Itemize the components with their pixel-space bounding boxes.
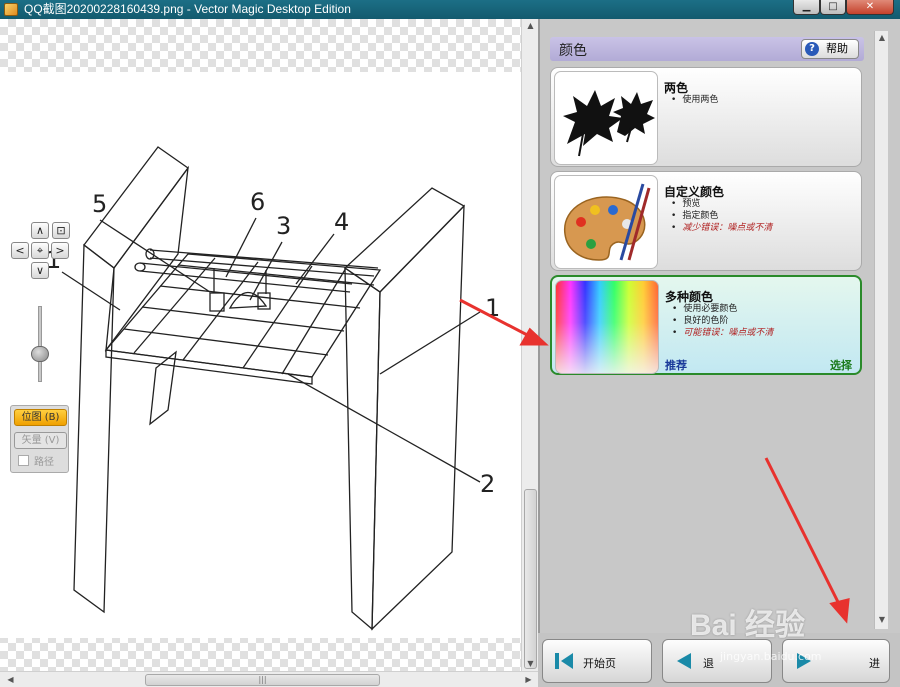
start-page-label: 开始页 [583, 657, 616, 670]
scroll-left-arrow[interactable]: ◀ [2, 675, 19, 684]
scroll-up-arrow[interactable]: ▲ [522, 21, 539, 30]
zoom-fit-button[interactable]: ⊡ [52, 222, 70, 239]
option-bullets: 预览 指定颜色 减少错误：噪点或不清 [671, 198, 772, 234]
select-link[interactable]: 选择 [830, 357, 852, 373]
technical-drawing: 5 6 3 4 1 1 2 [46, 146, 500, 631]
back-label: 退 [703, 657, 714, 670]
pan-left-button[interactable]: < [11, 242, 29, 259]
canvas-horizontal-scrollbar[interactable]: ◀ ||| ▶ [0, 671, 538, 687]
watermark-logo: Bai 经验 [690, 609, 806, 642]
pan-up-button[interactable]: ∧ [31, 222, 49, 239]
watermark-url: jingyan.baidu.com [720, 650, 822, 663]
bullet-item: 使用必要颜色 [672, 303, 773, 315]
drawing-label-3: 3 [276, 212, 291, 240]
next-label: 进 [869, 657, 880, 670]
bullet-item: 指定颜色 [671, 210, 772, 222]
horizontal-scroll-thumb[interactable]: ||| [145, 674, 380, 686]
bullet-warning: 减少错误：噪点或不清 [671, 222, 772, 234]
maximize-button[interactable]: □ [820, 0, 846, 15]
maple-leaves-icon [554, 71, 658, 165]
canvas-vertical-scrollbar[interactable]: ▲ ▼ [521, 19, 538, 671]
drawing-label-6: 6 [250, 188, 265, 216]
window-title: QQ截图20200228160439.png - Vector Magic De… [24, 2, 351, 16]
path-checkbox[interactable] [18, 455, 29, 466]
minimize-button[interactable]: ▁ [793, 0, 820, 15]
help-button[interactable]: ? 帮助 [801, 39, 859, 59]
image-preview: 5 6 3 4 1 1 2 [0, 72, 521, 638]
drawing-label-2: 2 [480, 470, 495, 498]
panel-header: 颜色 ? 帮助 [550, 37, 864, 61]
start-page-button[interactable]: 开始页 [542, 639, 652, 683]
pan-down-button[interactable]: ∨ [31, 262, 49, 279]
bullet-item: 使用两色 [671, 94, 718, 106]
panel-scroll-up-arrow[interactable]: ▲ [875, 33, 889, 42]
drawing-label-5: 5 [92, 190, 107, 218]
panel-vertical-scrollbar[interactable]: ▲ ▼ [874, 31, 888, 629]
panel-title: 颜色 [559, 43, 587, 59]
recommended-label: 推荐 [665, 359, 687, 372]
bullet-item: 良好的色阶 [672, 315, 773, 327]
paint-palette-icon [554, 175, 658, 269]
help-icon: ? [805, 42, 819, 56]
title-bar: QQ截图20200228160439.png - Vector Magic De… [0, 0, 900, 19]
view-mode-panel: 位图 (B) 矢量 (V) 路径 [10, 405, 69, 473]
option-bullets: 使用必要颜色 良好的色阶 可能错误：噪点或不清 [672, 303, 773, 339]
path-toggle[interactable]: 路径 [14, 455, 67, 472]
option-two-color[interactable]: 两色 使用两色 [550, 67, 862, 167]
close-button[interactable]: ✕ [846, 0, 894, 15]
bullet-warning: 可能错误：噪点或不清 [672, 327, 773, 339]
pan-right-button[interactable]: > [51, 242, 69, 259]
option-multi-color[interactable]: 多种颜色 使用必要颜色 良好的色阶 可能错误：噪点或不清 推荐 选择 [550, 275, 862, 375]
zoom-slider-track[interactable] [38, 306, 42, 382]
scroll-down-arrow[interactable]: ▼ [522, 659, 539, 668]
center-view-button[interactable]: ⌖ [31, 242, 49, 259]
bitmap-mode-button[interactable]: 位图 (B) [14, 409, 67, 426]
option-custom-color[interactable]: 自定义颜色 预览 指定颜色 减少错误：噪点或不清 [550, 171, 862, 271]
color-gradient-icon [555, 280, 659, 374]
vector-mode-button[interactable]: 矢量 (V) [14, 432, 67, 449]
skip-back-icon [555, 653, 573, 669]
help-label: 帮助 [826, 42, 848, 55]
zoom-slider-thumb[interactable] [31, 346, 49, 362]
drawing-label-1-right: 1 [485, 294, 500, 322]
path-label: 路径 [34, 457, 54, 468]
panel-scroll-down-arrow[interactable]: ▼ [875, 615, 889, 624]
app-icon [4, 3, 18, 16]
options-panel: 颜色 ? 帮助 两色 使用两色 [538, 19, 900, 633]
vertical-scroll-thumb[interactable] [524, 489, 537, 669]
bullet-item: 预览 [671, 198, 772, 210]
drawing-label-4: 4 [334, 208, 349, 236]
scroll-right-arrow[interactable]: ▶ [520, 675, 537, 684]
option-bullets: 使用两色 [671, 94, 718, 106]
arrow-left-icon [677, 653, 691, 669]
image-canvas[interactable]: 5 6 3 4 1 1 2 ∧ ⊡ < ⌖ > ∨ 位图 (B) 矢量 (V) … [0, 19, 521, 671]
